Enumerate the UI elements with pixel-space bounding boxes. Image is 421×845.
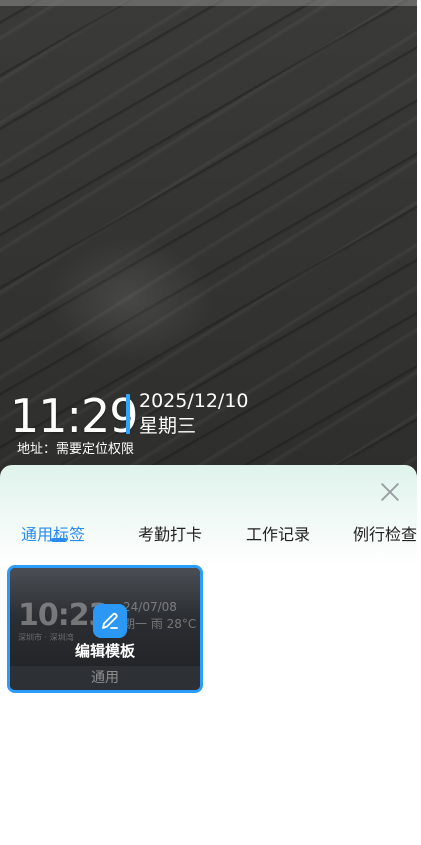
- template-preview-weather: 期一 雨 28°C: [123, 617, 197, 631]
- edit-template-button[interactable]: [93, 604, 127, 638]
- tab-routine-check[interactable]: 例行检查: [353, 521, 417, 545]
- template-card[interactable]: 10:23 24/07/08 期一 雨 28°C 深圳市 · 深圳湾 编辑模板 …: [7, 565, 203, 693]
- tab-work-record[interactable]: 工作记录: [246, 521, 310, 545]
- pencil-icon: [102, 612, 118, 629]
- edit-template-label: 编辑模板: [74, 642, 135, 660]
- status-bar: [0, 0, 421, 6]
- template-preview-date: 24/07/08: [123, 600, 177, 614]
- watermark-divider: [126, 394, 130, 434]
- watermark-address: 地址：需要定位权限: [17, 442, 135, 457]
- watermark-weekday: 星期三: [139, 415, 197, 437]
- template-tabs: 通用标签 考勤打卡 工作记录 例行检查: [0, 513, 417, 553]
- tab-attendance[interactable]: 考勤打卡: [138, 521, 202, 545]
- watermark-time: 11:29: [10, 389, 139, 443]
- template-category-label: 通用: [10, 666, 200, 690]
- active-tab-indicator: [51, 538, 67, 542]
- watermark-date: 2025/12/10: [139, 390, 249, 412]
- screen-edge: [417, 0, 421, 845]
- close-icon[interactable]: [377, 479, 403, 505]
